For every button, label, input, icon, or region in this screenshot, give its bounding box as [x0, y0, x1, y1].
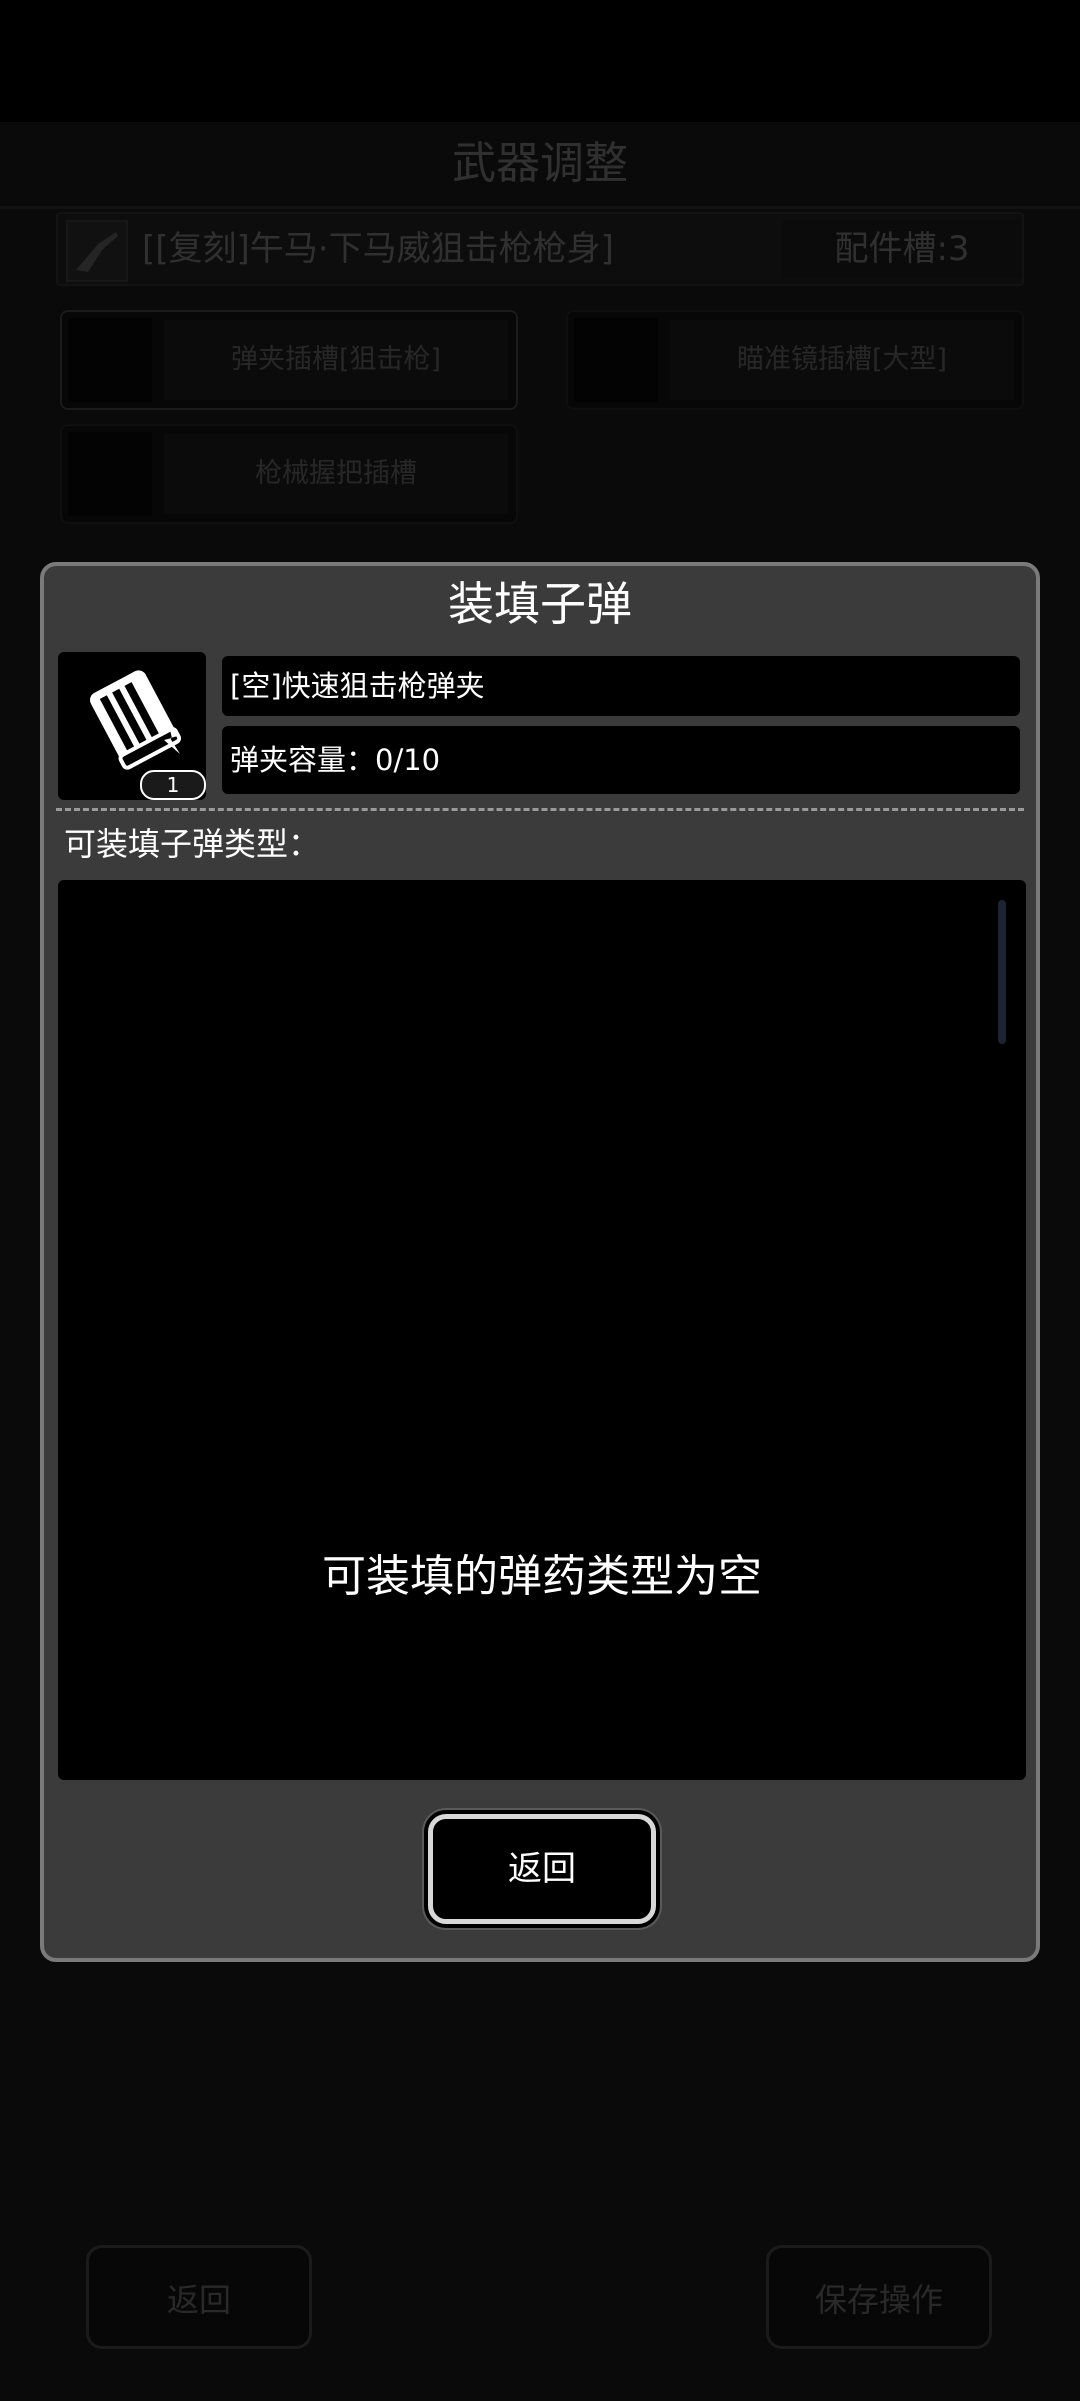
divider — [56, 808, 1024, 811]
magazine-item: 1 — [58, 652, 206, 800]
return-button[interactable]: 返回 — [428, 1814, 656, 1924]
load-ammo-dialog: 装填子弹 1 [空]快速狙击枪弹夹 弹夹容量：0/10 可装填子弹类型： 可装填… — [40, 562, 1040, 1962]
ammo-type-list[interactable]: 可装填的弹药类型为空 — [58, 880, 1026, 1780]
magazine-icon — [90, 670, 182, 770]
screen: 武器调整 [[复刻]午马·下马威狙击枪枪身] 配件槽:3 弹夹插槽[狙击枪] 瞄… — [0, 0, 1080, 2401]
ammo-types-label: 可装填子弹类型： — [64, 825, 321, 863]
scrollbar[interactable] — [998, 900, 1006, 1044]
dialog-title: 装填子弹 — [448, 577, 632, 631]
empty-message: 可装填的弹药类型为空 — [322, 1551, 762, 1602]
magazine-capacity: 弹夹容量：0/10 — [222, 726, 1020, 794]
count-badge: 1 — [140, 770, 206, 800]
magazine-name: [空]快速狙击枪弹夹 — [222, 656, 1020, 716]
